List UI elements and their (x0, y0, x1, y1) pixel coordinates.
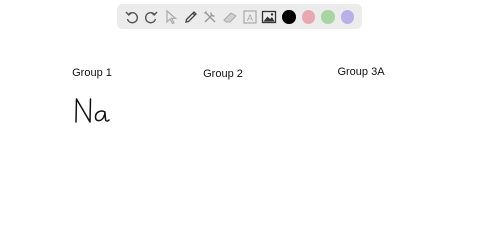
heading-group-2: Group 2 (203, 68, 243, 80)
pen-tool-button[interactable] (181, 7, 200, 27)
tools-icon (204, 10, 216, 22)
color-swatch-purple[interactable] (340, 9, 355, 24)
undo-icon (125, 11, 138, 23)
color-swatch-green[interactable] (321, 9, 335, 24)
color-swatch-black[interactable] (282, 9, 296, 24)
undo-button[interactable] (122, 7, 141, 27)
heading-group-3a: Group 3A (337, 66, 385, 78)
redo-icon (145, 11, 158, 23)
redo-button[interactable] (142, 7, 161, 27)
handwritten-note-na (75, 98, 110, 123)
drawing-toolbar: A (117, 4, 362, 29)
whiteboard-canvas[interactable]: A Group 1 Group 2 Group 3A (0, 0, 480, 246)
text-box-icon: A (243, 9, 257, 24)
text-tool-button[interactable]: A (240, 7, 259, 27)
select-tool-button[interactable] (161, 7, 180, 27)
image-tool-button[interactable] (260, 7, 279, 27)
pointer-icon (166, 9, 178, 24)
eraser-tool-button[interactable] (220, 7, 239, 27)
svg-text:A: A (247, 13, 253, 23)
color-swatch-pink[interactable] (301, 9, 316, 24)
image-icon (262, 10, 277, 23)
pencil-icon (184, 10, 197, 23)
heading-group-1: Group 1 (72, 67, 112, 79)
tools-button[interactable] (201, 7, 220, 27)
eraser-icon (223, 11, 237, 22)
